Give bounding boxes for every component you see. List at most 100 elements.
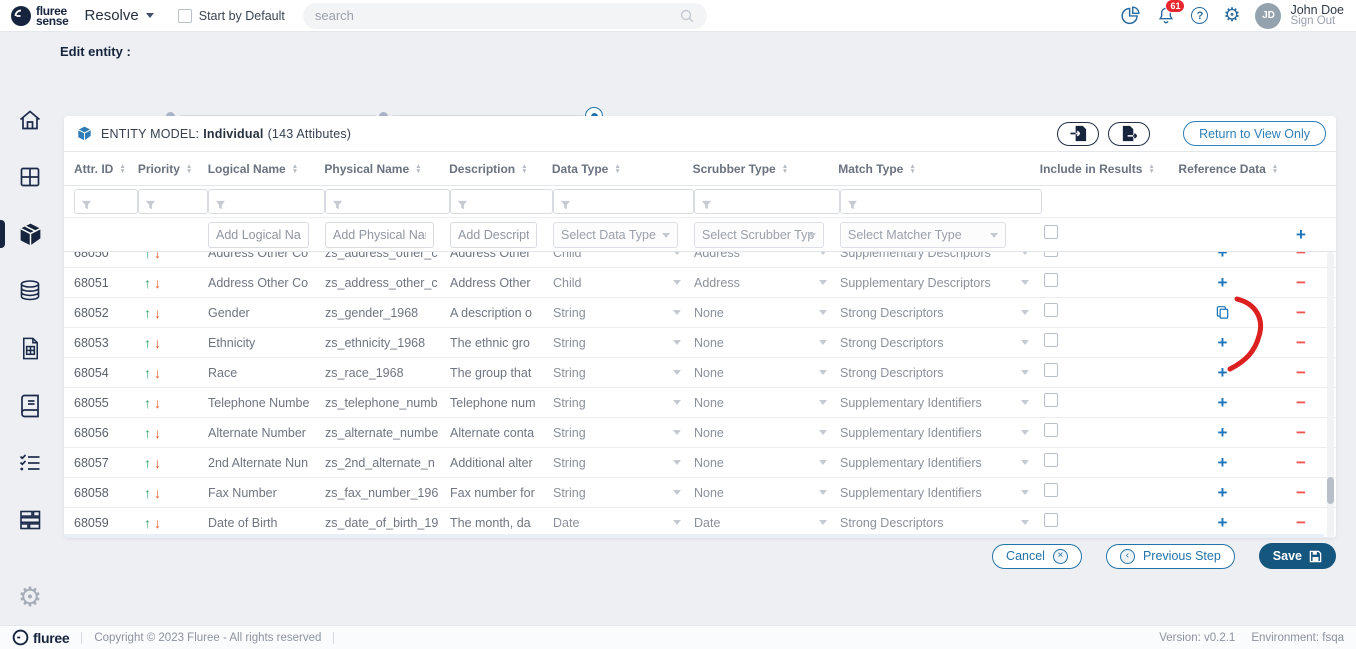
match-type-dropdown[interactable]: Supplementary Descriptors	[840, 276, 1036, 290]
description-cell[interactable]: The month, da	[444, 516, 547, 530]
scrubber-type-dropdown[interactable]: Date	[694, 516, 834, 530]
remove-attribute-button[interactable]: −	[1296, 513, 1306, 533]
sidebar-item-grid[interactable]	[0, 149, 60, 204]
column-header-physical-name[interactable]: Physical Name	[318, 162, 443, 176]
data-type-dropdown[interactable]: String	[553, 396, 688, 410]
description-cell[interactable]: Address Other	[444, 252, 547, 260]
export-file-button[interactable]	[1108, 122, 1150, 146]
column-header-match-type[interactable]: Match Type	[832, 162, 1034, 176]
select-data-type-dropdown[interactable]: Select Data Type	[553, 222, 678, 248]
description-cell[interactable]: Alternate conta	[444, 426, 547, 440]
sort-icon[interactable]	[1272, 164, 1278, 174]
priority-up-icon[interactable]: ↑	[144, 515, 151, 531]
search-bar[interactable]	[303, 3, 707, 29]
sort-icon[interactable]	[119, 164, 125, 174]
match-type-dropdown[interactable]: Supplementary Identifiers	[840, 396, 1036, 410]
priority-up-icon[interactable]: ↑	[144, 335, 151, 351]
add-attribute-button[interactable]: +	[1296, 225, 1306, 245]
cancel-button[interactable]: Cancel ×	[992, 544, 1082, 569]
add-reference-data-button[interactable]: +	[1218, 393, 1228, 413]
sort-icon[interactable]	[415, 164, 421, 174]
data-type-dropdown[interactable]: String	[553, 486, 688, 500]
logical-name-cell[interactable]: 2nd Alternate Nun	[202, 456, 319, 470]
filter-priority-input[interactable]	[138, 189, 208, 214]
sign-out-link[interactable]: Sign Out	[1290, 16, 1344, 27]
filter-data-type-input[interactable]	[553, 189, 694, 214]
column-header-priority[interactable]: Priority	[132, 162, 202, 176]
match-type-dropdown[interactable]: Strong Descriptors	[840, 516, 1036, 530]
priority-down-icon[interactable]: ↓	[154, 365, 161, 381]
add-description-input[interactable]	[450, 222, 537, 248]
include-in-results-checkbox[interactable]	[1044, 483, 1058, 497]
priority-up-icon[interactable]: ↑	[144, 425, 151, 441]
priority-up-icon[interactable]: ↑	[144, 275, 151, 291]
help-icon[interactable]	[1191, 7, 1208, 24]
column-header-include-in-results[interactable]: Include in Results	[1034, 162, 1173, 176]
description-cell[interactable]: Additional alter	[444, 456, 547, 470]
logical-name-cell[interactable]: Ethnicity	[202, 336, 319, 350]
match-type-dropdown[interactable]: Strong Descriptors	[840, 366, 1036, 380]
horizontal-scrollbar[interactable]	[64, 534, 1324, 538]
physical-name-cell[interactable]: zs_ethnicity_1968	[319, 336, 444, 350]
match-type-dropdown[interactable]: Strong Descriptors	[840, 336, 1036, 350]
logical-name-cell[interactable]: Race	[202, 366, 319, 380]
include-in-results-checkbox[interactable]	[1044, 333, 1058, 347]
sidebar-item-database[interactable]	[0, 264, 60, 319]
include-in-results-checkbox[interactable]	[1044, 363, 1058, 377]
sidebar-item-settings[interactable]	[0, 570, 60, 625]
description-cell[interactable]: The group that	[444, 366, 547, 380]
priority-up-icon[interactable]: ↑	[144, 252, 151, 261]
sidebar-item-home[interactable]	[0, 92, 60, 147]
include-in-results-checkbox[interactable]	[1044, 273, 1058, 287]
add-physical-name-input[interactable]	[325, 222, 434, 248]
add-include-in-results-checkbox[interactable]	[1044, 225, 1058, 239]
fluree-sense-logo[interactable]: fluree sense	[10, 5, 69, 27]
match-type-dropdown[interactable]: Strong Descriptors	[840, 306, 1036, 320]
match-type-dropdown[interactable]: Supplementary Identifiers	[840, 426, 1036, 440]
logical-name-cell[interactable]: Gender	[202, 306, 319, 320]
priority-down-icon[interactable]: ↓	[154, 515, 161, 531]
priority-up-icon[interactable]: ↑	[144, 305, 151, 321]
filter-scrubber-type-input[interactable]	[694, 189, 840, 214]
vertical-scrollbar[interactable]	[1327, 252, 1334, 538]
sort-icon[interactable]	[909, 164, 915, 174]
include-in-results-checkbox[interactable]	[1044, 252, 1058, 257]
filter-physical-name-input[interactable]	[325, 189, 450, 214]
priority-up-icon[interactable]: ↑	[144, 365, 151, 381]
import-file-button[interactable]	[1057, 122, 1099, 146]
previous-step-button[interactable]: ‹ Previous Step	[1106, 544, 1235, 569]
match-type-dropdown[interactable]: Supplementary Identifiers	[840, 456, 1036, 470]
priority-up-icon[interactable]: ↑	[144, 485, 151, 501]
copy-reference-data-icon[interactable]	[1215, 305, 1230, 320]
priority-down-icon[interactable]: ↓	[154, 455, 161, 471]
start-by-default-checkbox[interactable]	[178, 9, 192, 23]
scrubber-type-dropdown[interactable]: None	[694, 426, 834, 440]
column-header-description[interactable]: Description	[443, 162, 546, 176]
include-in-results-checkbox[interactable]	[1044, 453, 1058, 467]
column-header-data-type[interactable]: Data Type	[546, 162, 687, 176]
add-reference-data-button[interactable]: +	[1218, 483, 1228, 503]
sort-icon[interactable]	[292, 164, 298, 174]
scrollbar-thumb[interactable]	[1327, 477, 1334, 504]
description-cell[interactable]: Fax number for	[444, 486, 547, 500]
data-type-dropdown[interactable]: String	[553, 426, 688, 440]
add-reference-data-button[interactable]: +	[1218, 333, 1228, 353]
add-reference-data-button[interactable]: +	[1218, 453, 1228, 473]
scrubber-type-dropdown[interactable]: None	[694, 336, 834, 350]
priority-down-icon[interactable]: ↓	[154, 485, 161, 501]
column-header-scrubber-type[interactable]: Scrubber Type	[687, 162, 833, 176]
description-cell[interactable]: A description o	[444, 306, 547, 320]
filter-description-input[interactable]	[450, 189, 553, 214]
scrubber-type-dropdown[interactable]: Address	[694, 252, 834, 260]
remove-attribute-button[interactable]: −	[1296, 333, 1306, 353]
priority-down-icon[interactable]: ↓	[154, 252, 161, 261]
sort-icon[interactable]	[1148, 164, 1154, 174]
physical-name-cell[interactable]: zs_fax_number_196	[319, 486, 444, 500]
data-type-dropdown[interactable]: Child	[553, 252, 688, 260]
data-type-dropdown[interactable]: Date	[553, 516, 688, 530]
add-reference-data-button[interactable]: +	[1218, 423, 1228, 443]
resolve-menu[interactable]: Resolve	[85, 7, 154, 24]
physical-name-cell[interactable]: zs_gender_1968	[319, 306, 444, 320]
match-type-dropdown[interactable]: Supplementary Descriptors	[840, 252, 1036, 260]
save-button[interactable]: Save	[1259, 543, 1336, 569]
